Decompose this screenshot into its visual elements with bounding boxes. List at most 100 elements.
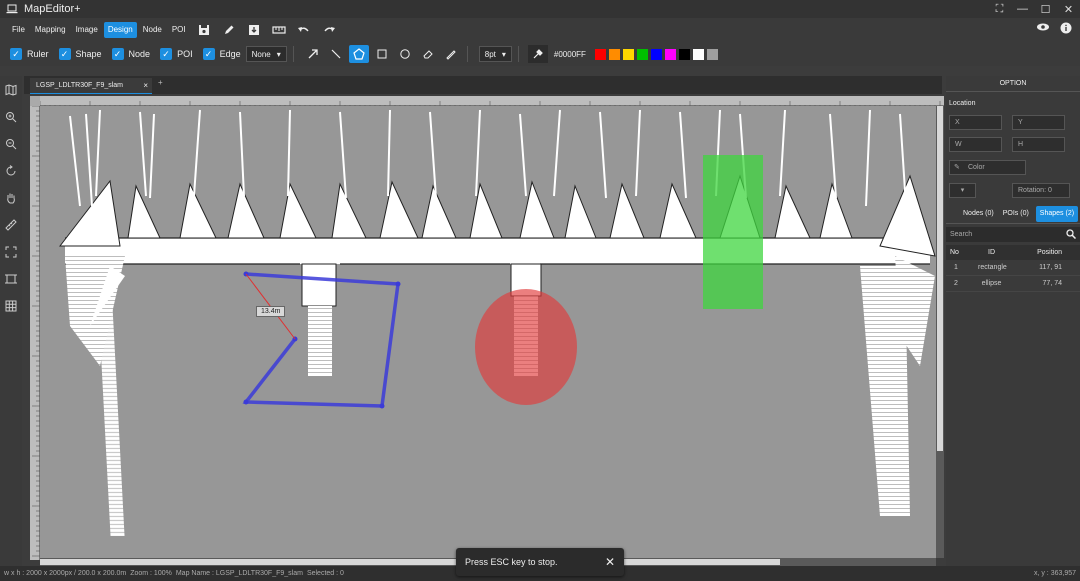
polygon-icon[interactable]	[348, 45, 369, 63]
stroke-width-select[interactable]: 8pt ▾	[478, 46, 512, 62]
shape-checkbox[interactable]: ✓	[58, 48, 71, 60]
status-size: w x h : 2000 x 2000px / 200.0 x 200.0m	[4, 570, 127, 577]
fullscreen-icon[interactable]: ⛶	[988, 0, 1011, 18]
edge-checkbox[interactable]: ✓	[202, 48, 215, 60]
toast-close-icon[interactable]: ✕	[605, 555, 615, 569]
pencil-icon[interactable]	[218, 21, 240, 39]
fit-icon[interactable]	[0, 238, 22, 265]
red-ellipse-shape[interactable]	[475, 289, 577, 405]
save-icon[interactable]	[193, 21, 215, 39]
swatch-white[interactable]	[692, 48, 704, 60]
zoom-out-icon[interactable]	[0, 130, 22, 157]
chevron-down-icon: ▾	[276, 49, 281, 59]
import-icon[interactable]	[243, 21, 265, 39]
swatch-orange[interactable]	[608, 48, 620, 60]
menu-design[interactable]: Design	[103, 22, 137, 38]
hand-icon[interactable]	[0, 184, 22, 211]
edge-select[interactable]: None ▾	[245, 46, 287, 62]
column-id: ID	[988, 249, 995, 256]
maximize-icon[interactable]: ☐	[1034, 0, 1057, 18]
arrow-icon[interactable]	[303, 45, 323, 63]
close-icon[interactable]: ✕	[1057, 0, 1080, 18]
swatch-gray[interactable]	[706, 48, 718, 60]
zoom-in-icon[interactable]	[0, 103, 22, 130]
chevron-down-icon: ▾	[501, 49, 506, 59]
eraser-icon[interactable]	[418, 45, 438, 63]
brush-icon[interactable]	[441, 45, 461, 63]
eye-icon[interactable]	[1036, 22, 1050, 36]
stroke-width-value: 8pt	[484, 49, 496, 59]
poi-label: POI	[177, 49, 193, 59]
location-label: Location	[949, 100, 976, 107]
minimize-icon[interactable]: —	[1011, 0, 1034, 18]
grid-icon[interactable]	[0, 292, 22, 319]
info-icon[interactable]	[1060, 22, 1072, 36]
poi-checkbox[interactable]: ✓	[160, 48, 173, 60]
rotate-icon[interactable]	[0, 157, 22, 184]
vertical-ruler	[30, 105, 40, 560]
rotation-dropdown[interactable]: ▾	[949, 183, 976, 198]
menu-file[interactable]: File	[8, 22, 29, 38]
swatch-green[interactable]	[636, 48, 648, 60]
menu-mapping[interactable]: Mapping	[31, 22, 70, 38]
ruler-checkbox[interactable]: ✓	[10, 48, 22, 60]
map-canvas[interactable]: 13.4m	[40, 106, 936, 558]
color-value[interactable]: #0000FF	[554, 50, 586, 59]
toast: Press ESC key to stop. ✕	[456, 548, 624, 576]
redo-icon[interactable]	[318, 21, 340, 39]
swatch-black[interactable]	[678, 48, 690, 60]
swatch-red[interactable]	[594, 48, 606, 60]
edge-select-value: None	[251, 49, 271, 59]
row-no: 1	[954, 264, 958, 271]
menu-image[interactable]: Image	[72, 22, 102, 38]
h-field[interactable]: H	[1012, 137, 1065, 152]
search-icon[interactable]	[1066, 229, 1077, 245]
y-field[interactable]: Y	[1012, 115, 1065, 130]
close-tab-icon[interactable]: ×	[143, 81, 148, 90]
panel-header: OPTION	[946, 76, 1080, 92]
toast-message: Press ESC key to stop.	[465, 557, 558, 567]
table-row[interactable]: 2 ellipse 77, 74	[946, 276, 1080, 292]
color-field-label: Color	[968, 164, 985, 171]
ellipse-icon[interactable]	[395, 45, 415, 63]
options-bar: ✓ Ruler ✓ Shape ✓ Node ✓ POI ✓ Edge None…	[0, 42, 1080, 66]
shapes-table-header: No ID Position	[946, 245, 1080, 260]
node-label: Node	[128, 49, 151, 59]
tab-nodes[interactable]: Nodes (0)	[959, 206, 998, 222]
rectangle-icon[interactable]	[372, 45, 392, 63]
line-icon[interactable]	[326, 45, 346, 63]
swatch-yellow[interactable]	[622, 48, 634, 60]
row-position: 77, 74	[1042, 280, 1062, 287]
menu-bar: File Mapping Image Design Node POI	[0, 18, 1080, 42]
green-rectangle-shape[interactable]	[703, 155, 763, 309]
w-field[interactable]: W	[949, 137, 1002, 152]
menu-poi[interactable]: POI	[168, 22, 190, 38]
node-checkbox[interactable]: ✓	[111, 48, 124, 60]
search-input[interactable]: Search	[946, 227, 1080, 242]
vertical-scroll-thumb[interactable]	[937, 106, 943, 451]
color-field[interactable]: ✎ Color	[949, 160, 1026, 175]
rotation-field[interactable]: Rotation: 0	[1012, 183, 1070, 198]
vertical-scrollbar[interactable]	[936, 106, 944, 558]
table-row[interactable]: 1 rectangle 117, 91	[946, 260, 1080, 276]
app-title: MapEditor+	[24, 3, 81, 15]
document-tab[interactable]: LGSP_LDLTR30F_F9_slam ×	[30, 78, 152, 94]
tab-shapes[interactable]: Shapes (2)	[1035, 206, 1079, 222]
ruler-icon[interactable]	[0, 211, 22, 238]
row-id: ellipse	[981, 280, 1002, 287]
x-field[interactable]: X	[949, 115, 1002, 130]
eyedropper-icon[interactable]	[527, 45, 548, 63]
tab-pois[interactable]: POIs (0)	[999, 206, 1033, 222]
swatch-magenta[interactable]	[664, 48, 676, 60]
crop-icon[interactable]	[0, 265, 22, 292]
add-tab-icon[interactable]: +	[158, 78, 163, 87]
eyedropper-icon: ✎	[954, 164, 960, 171]
map-icon[interactable]	[0, 76, 22, 103]
status-selected: Selected : 0	[306, 570, 344, 577]
undo-icon[interactable]	[293, 21, 315, 39]
ruler-icon[interactable]	[268, 21, 290, 39]
divider	[292, 46, 294, 62]
menu-node[interactable]: Node	[139, 22, 166, 38]
swatch-blue[interactable]	[650, 48, 662, 60]
horizontal-scroll-thumb[interactable]	[40, 559, 780, 565]
